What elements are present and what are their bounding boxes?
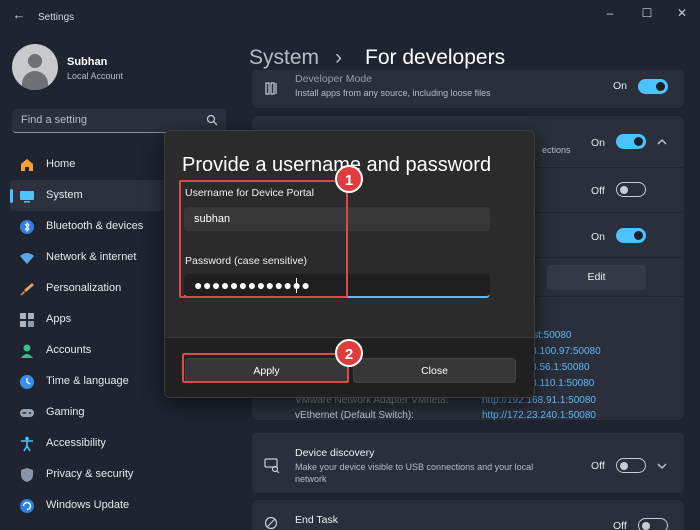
sidebar-item-label: Gaming <box>46 406 85 418</box>
wifi-icon <box>20 253 34 264</box>
sidebar-item-windows-update[interactable]: Windows Update <box>10 490 235 521</box>
title-bar: ← Settings – ☐ ✕ <box>0 0 700 30</box>
edit-credentials-button[interactable]: Edit <box>547 265 646 290</box>
system-icon <box>20 191 34 203</box>
developer-mode-card: Developer Mode Install apps from any sou… <box>252 70 684 108</box>
end-task-icon <box>264 516 278 530</box>
minimize-button[interactable]: – <box>596 4 624 22</box>
shield-icon <box>21 468 33 482</box>
end-task-toggle[interactable] <box>638 518 668 530</box>
sidebar-item-gaming[interactable]: Gaming <box>10 397 235 428</box>
device-portal-subtitle: ections <box>542 145 571 155</box>
end-task-title: End Task <box>295 514 338 526</box>
person-icon <box>21 344 33 358</box>
annotation-highlight-apply <box>182 353 349 383</box>
globe-clock-icon <box>20 375 34 389</box>
sidebar-item-accessibility[interactable]: Accessibility <box>10 428 235 459</box>
developer-tools-icon <box>265 82 277 95</box>
annotation-step-2-badge: 2 <box>335 339 363 367</box>
close-button[interactable]: Close <box>353 358 516 383</box>
back-arrow-icon[interactable]: ← <box>10 6 28 24</box>
device-discovery-card: Device discovery Make your device visibl… <box>252 433 684 493</box>
developer-mode-subtitle: Install apps from any source, including … <box>295 88 491 98</box>
device-discovery-icon <box>264 458 280 473</box>
annotation-step-1-badge: 1 <box>335 165 363 193</box>
sidebar-item-label: Accessibility <box>46 437 106 449</box>
device-portal-toggle[interactable] <box>616 134 646 149</box>
annotation-highlight-credentials <box>179 180 348 298</box>
gamepad-icon <box>20 409 34 417</box>
account-type: Local Account <box>67 71 124 81</box>
home-icon <box>21 159 33 171</box>
search-placeholder: Find a setting <box>21 114 88 126</box>
sidebar-item-label: Network & internet <box>46 251 137 263</box>
search-icon <box>206 114 218 126</box>
breadcrumb-parent[interactable]: System <box>249 46 319 70</box>
user-name: Subhan <box>67 56 108 68</box>
device-portal-state: On <box>591 137 606 149</box>
apps-icon <box>20 313 34 327</box>
chevron-down-icon[interactable] <box>657 461 667 471</box>
breadcrumb-separator: › <box>335 46 342 69</box>
adapter-name: vEthernet (Default Switch): <box>295 410 414 421</box>
adapter-url[interactable]: http://172.23.240.1:50080 <box>482 410 596 421</box>
end-task-card: End Task Off <box>252 500 684 530</box>
developer-mode-state: On <box>613 80 628 92</box>
sidebar-item-label: Privacy & security <box>46 468 134 480</box>
close-window-button[interactable]: ✕ <box>668 4 696 22</box>
authentication-toggle[interactable] <box>616 228 646 243</box>
sidebar-item-label: Accounts <box>46 344 92 356</box>
brush-icon <box>20 283 34 296</box>
device-discovery-title: Device discovery <box>295 447 375 459</box>
remote-connections-state: Off <box>591 185 605 197</box>
accessibility-icon <box>21 436 33 452</box>
update-icon <box>20 499 34 513</box>
sidebar-item-label: Windows Update <box>46 499 130 511</box>
chevron-up-icon[interactable] <box>657 137 667 147</box>
device-discovery-state: Off <box>591 460 605 472</box>
sidebar-item-label: Time & language <box>46 375 129 387</box>
bluetooth-icon <box>20 220 34 234</box>
developer-mode-toggle[interactable] <box>638 79 668 94</box>
device-discovery-subtitle: Make your device visible to USB connecti… <box>295 462 534 484</box>
end-task-state: Off <box>613 520 627 530</box>
developer-mode-title: Developer Mode <box>295 73 373 85</box>
sidebar-item-label: Bluetooth & devices <box>46 220 144 232</box>
sidebar-item-label: Home <box>46 158 76 170</box>
sidebar-item-label: Apps <box>46 313 72 325</box>
page-title: For developers <box>365 46 506 69</box>
avatar[interactable] <box>12 44 58 90</box>
sidebar-item-privacy[interactable]: Privacy & security <box>10 459 235 490</box>
authentication-state: On <box>591 231 606 243</box>
sidebar-item-label: Personalization <box>46 282 122 294</box>
remote-connections-toggle[interactable] <box>616 182 646 197</box>
window-title: Settings <box>38 12 75 23</box>
maximize-button[interactable]: ☐ <box>633 4 661 22</box>
sidebar-item-label: System <box>46 189 83 201</box>
device-discovery-toggle[interactable] <box>616 458 646 473</box>
